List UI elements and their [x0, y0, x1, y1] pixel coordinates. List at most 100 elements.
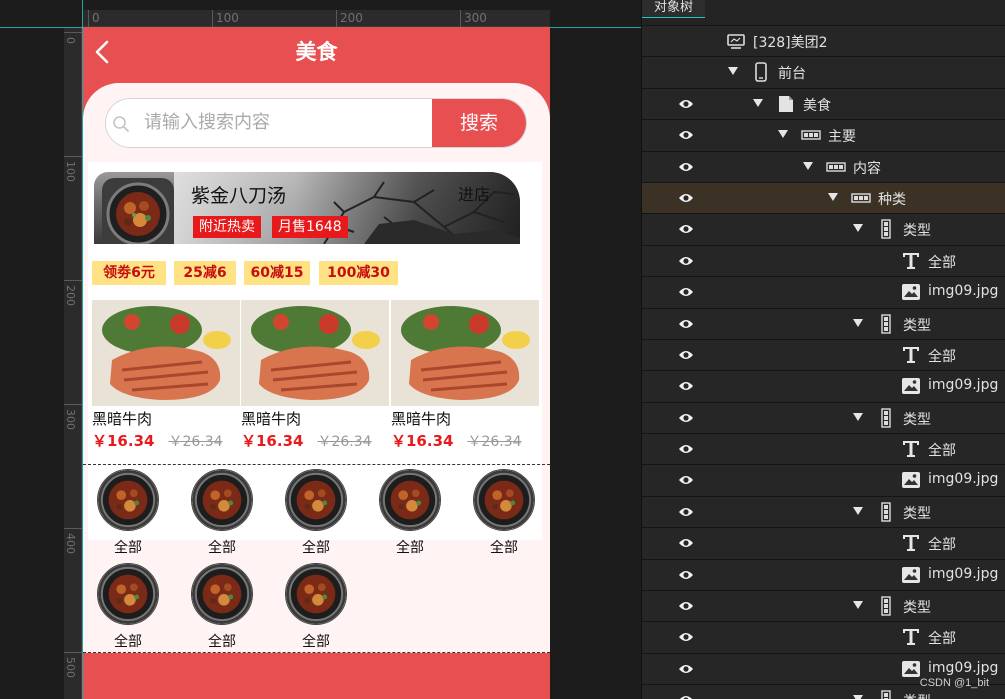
visibility-eye-icon[interactable] [678, 380, 694, 392]
tree-node-label: 主要 [828, 129, 856, 146]
enter-shop-link[interactable]: 进店 [458, 181, 490, 205]
expand-arrow-icon[interactable] [728, 67, 738, 76]
tree-node[interactable]: img09.jpg [642, 277, 1005, 309]
category-item[interactable]: 全部 [472, 469, 536, 557]
visibility-eye-icon[interactable] [678, 506, 694, 518]
visibility-eye-icon[interactable] [678, 255, 694, 267]
visibility-eye-icon[interactable] [678, 600, 694, 612]
category-label: 全部 [302, 540, 330, 556]
category-item[interactable]: 全部 [284, 563, 348, 651]
category-item[interactable]: 全部 [96, 469, 160, 557]
expand-arrow-icon[interactable] [853, 318, 863, 327]
tree-node[interactable]: 类型 [642, 496, 1005, 529]
tree-node-label: 类型 [903, 691, 931, 699]
product-card[interactable]: 黑暗牛肉 ￥16.34 ￥26.34 [241, 300, 389, 451]
product-card[interactable]: 黑暗牛肉 ￥16.34 ￥26.34 [391, 300, 539, 451]
tree-node[interactable]: 类型 [642, 591, 1005, 623]
ruler-tick-label: 500 [64, 657, 77, 678]
search-input[interactable]: 请输入搜索内容 [144, 99, 424, 147]
category-item[interactable]: 全部 [190, 469, 254, 557]
expand-arrow-icon[interactable] [853, 224, 863, 233]
shop-banner[interactable]: 紫金八刀汤 进店 附近热卖 月售1648 [94, 172, 520, 244]
visibility-eye-icon[interactable] [678, 694, 694, 699]
expand-arrow-icon[interactable] [828, 192, 838, 201]
visibility-eye-icon[interactable] [678, 537, 694, 549]
product-card[interactable]: 黑暗牛肉 ￥16.34 ￥26.34 [92, 300, 240, 451]
tree-node[interactable]: 前台 [642, 57, 1005, 89]
object-tree-panel: 对象树 [328]美团2 前台 美食 主要 内容 种类 类型 全部 img09.jpg 类型 全部 i… [641, 0, 1005, 699]
visibility-eye-icon[interactable] [678, 443, 694, 455]
product-price: ￥16.34 [391, 432, 454, 450]
coupon-tag[interactable]: 60减15 [244, 261, 310, 285]
expand-arrow-icon[interactable] [853, 601, 863, 610]
tree-node[interactable]: [328]美团2 [642, 26, 1005, 58]
category-image [379, 469, 441, 531]
text-icon [903, 535, 919, 552]
tree-node[interactable]: 全部 [642, 528, 1005, 560]
tree-node[interactable]: img09.jpg [642, 465, 1005, 497]
search-button[interactable]: 搜索 [432, 99, 526, 147]
visibility-eye-icon[interactable] [678, 223, 694, 235]
visibility-eye-icon[interactable] [678, 349, 694, 361]
ruler-tick-label: 200 [340, 11, 363, 25]
tree-node[interactable]: 主要 [642, 120, 1005, 152]
tree-node[interactable]: img09.jpg [642, 559, 1005, 592]
column-icon [881, 690, 891, 699]
tree-node[interactable]: 种类 [642, 182, 1005, 215]
phone-frame: 美食 请输入搜索内容 搜索 紫金八刀汤 进店 附近热卖 月售1648 领劵6元 … [83, 27, 550, 699]
ruler-tick: 400 [64, 528, 82, 558]
visibility-eye-icon[interactable] [678, 412, 694, 424]
column-icon [881, 407, 891, 428]
tree-node[interactable]: 类型 [642, 214, 1005, 246]
category-item[interactable]: 全部 [284, 469, 348, 557]
visibility-eye-icon[interactable] [678, 631, 694, 643]
text-icon [903, 346, 919, 363]
expand-arrow-icon[interactable] [853, 506, 863, 515]
category-item[interactable]: 全部 [378, 469, 442, 557]
product-original-price: ￥26.34 [467, 434, 522, 450]
expand-arrow-icon[interactable] [753, 98, 763, 107]
category-item[interactable]: 全部 [190, 563, 254, 651]
tree-node-label: 类型 [903, 317, 931, 334]
design-canvas[interactable]: 0 100 200 300 0 100 200 300 400 500 美食 请输入搜索内容 搜… [0, 0, 641, 699]
visibility-eye-icon[interactable] [678, 663, 694, 675]
expand-arrow-icon[interactable] [853, 695, 863, 699]
visibility-eye-icon[interactable] [678, 474, 694, 486]
vertical-ruler: 0 100 200 300 400 500 [64, 27, 82, 699]
ruler-tick: 200 [64, 280, 82, 310]
coupon-tag[interactable]: 领劵6元 [92, 261, 166, 285]
category-label: 全部 [208, 540, 236, 556]
tree-node[interactable]: 全部 [642, 339, 1005, 372]
category-grid: 全部 全部 全部 全部 全部 全部 全部 全部 [83, 464, 550, 653]
coupon-tag[interactable]: 100减30 [319, 261, 398, 285]
category-item[interactable]: 全部 [96, 563, 160, 651]
expand-arrow-icon[interactable] [778, 130, 788, 139]
phone-icon [755, 62, 767, 83]
object-tree-tab[interactable]: 对象树 [642, 0, 706, 18]
tree-node[interactable]: 类型 [642, 308, 1005, 340]
tree-node[interactable]: 类型 [642, 402, 1005, 435]
tree-node[interactable]: 全部 [642, 434, 1005, 466]
tree-node[interactable]: 美食 [642, 88, 1005, 121]
category-label: 全部 [114, 540, 142, 556]
tree-node[interactable]: img09.jpg [642, 371, 1005, 403]
tree-node[interactable]: 内容 [642, 151, 1005, 183]
tree-node[interactable]: 全部 [642, 622, 1005, 654]
expand-arrow-icon[interactable] [803, 161, 813, 170]
visibility-eye-icon[interactable] [678, 318, 694, 330]
product-name: 黑暗牛肉 [391, 410, 452, 428]
visibility-eye-icon[interactable] [678, 192, 694, 204]
ruler-tick: 100 [64, 156, 82, 186]
visibility-eye-icon[interactable] [678, 129, 694, 141]
tree-node[interactable]: 全部 [642, 245, 1005, 278]
expand-arrow-icon[interactable] [853, 412, 863, 421]
text-icon [903, 629, 919, 646]
visibility-eye-icon[interactable] [678, 569, 694, 581]
ruler-tick-label: 0 [92, 11, 100, 25]
visibility-eye-icon[interactable] [678, 161, 694, 173]
image-icon [902, 472, 920, 489]
search-bar: 请输入搜索内容 搜索 [105, 98, 527, 148]
coupon-tag[interactable]: 25减6 [174, 261, 236, 285]
visibility-eye-icon[interactable] [678, 286, 694, 298]
visibility-eye-icon[interactable] [678, 98, 694, 110]
